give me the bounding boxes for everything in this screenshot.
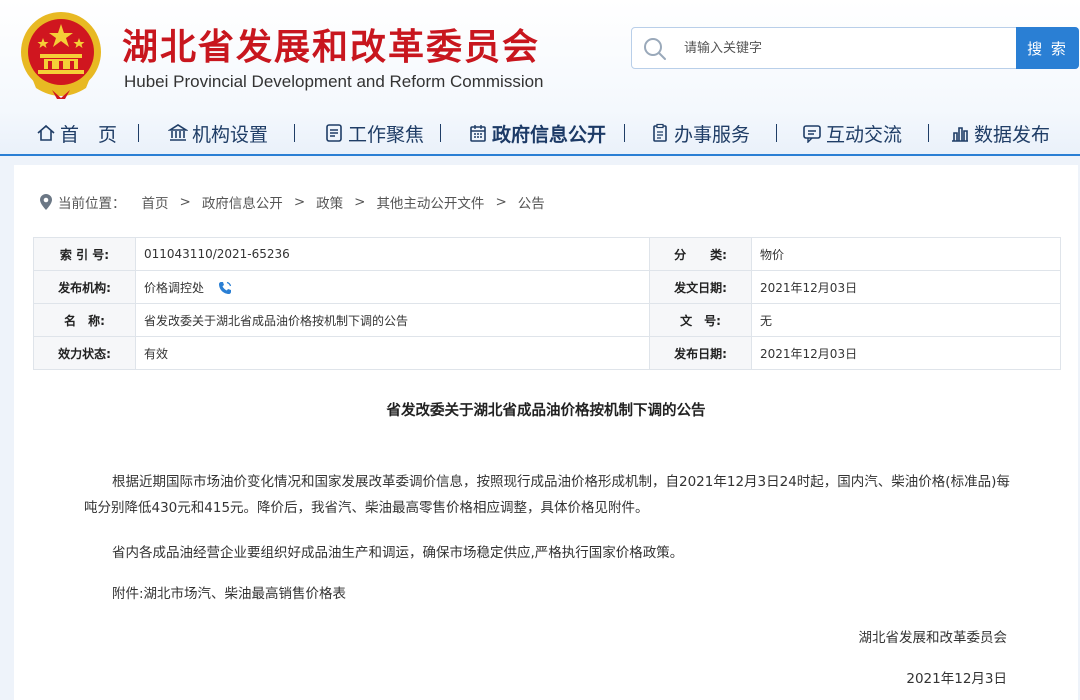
home-icon: [37, 124, 55, 141]
status-label: 效力状态:: [33, 336, 136, 370]
table-row: 效力状态: 有效 发布日期: 2021年12月03日: [33, 336, 1061, 370]
publisher-value: 价格调控处: [144, 280, 205, 295]
status-value: 有效: [135, 336, 650, 370]
doc-no-label: 文 号:: [649, 303, 752, 337]
nav-item-label: 政府信息公开: [492, 123, 607, 146]
breadcrumb: 当前位置： 首页 > 政府信息公开 > 政策 > 其他主动公开文件 > 公告: [40, 192, 545, 212]
issue-date-value: 2021年12月03日: [751, 270, 1061, 304]
category-label: 分 类:: [649, 237, 752, 271]
bank-icon: [168, 124, 188, 141]
nav-item-gov-info[interactable]: 政府信息公开: [468, 120, 606, 146]
clipboard-icon: [653, 123, 667, 142]
breadcrumb-item-home[interactable]: 首页: [142, 192, 169, 212]
chat-icon: [803, 125, 821, 143]
name-label: 名 称:: [33, 303, 136, 337]
nav-item-organization[interactable]: 机构设置: [168, 120, 268, 146]
breadcrumb-item-policy[interactable]: 政策: [316, 192, 343, 212]
article-paragraph: 省内各成品油经营企业要组织好成品油生产和调运，确保市场稳定供应,严格执行国家价格…: [112, 545, 684, 561]
nav-item-data-release[interactable]: 数据发布: [950, 120, 1050, 146]
metadata-table: 索 引 号: 011043110/2021-65236 分 类: 物价 发布机构…: [33, 237, 1061, 370]
site-header: 湖北省发展和改革委员会 Hubei Provincial Development…: [0, 0, 1080, 110]
attachment-link[interactable]: 附件:湖北市场汽、柴油最高销售价格表: [84, 581, 1014, 607]
bar-chart-icon: [952, 127, 968, 142]
site-subtitle: Hubei Provincial Development and Reform …: [124, 72, 544, 91]
nav-item-label: 办事服务: [674, 123, 751, 146]
category-value: 物价: [751, 237, 1061, 271]
article-signer: 湖北省发展和改革委员会: [858, 630, 1008, 646]
article-date: 2021年12月3日: [906, 671, 1007, 687]
nav-item-label: 数据发布: [974, 123, 1051, 146]
site-title: 湖北省发展和改革委员会: [122, 27, 541, 68]
publish-date-label: 发布日期:: [649, 336, 752, 370]
nav-separator: [776, 124, 777, 142]
nav-separator: [440, 124, 441, 142]
search-box: 搜 索: [631, 27, 1079, 69]
breadcrumb-separator: >: [179, 194, 191, 210]
nav-item-home[interactable]: 首 页: [36, 120, 117, 146]
doc-no-value: 无: [751, 303, 1061, 337]
search-input[interactable]: [684, 34, 1004, 62]
nav-item-label: 机构设置: [192, 123, 269, 146]
nav-item-interaction[interactable]: 互动交流: [802, 120, 902, 146]
table-row: 索 引 号: 011043110/2021-65236 分 类: 物价: [33, 237, 1061, 271]
phone-icon[interactable]: [218, 281, 232, 295]
breadcrumb-item-gov-info[interactable]: 政府信息公开: [202, 192, 283, 212]
breadcrumb-label: 当前位置：: [58, 196, 126, 212]
search-button[interactable]: 搜 索: [1016, 27, 1079, 69]
national-emblem-icon[interactable]: [18, 8, 104, 100]
content-card: 当前位置： 首页 > 政府信息公开 > 政策 > 其他主动公开文件 > 公告 索…: [14, 165, 1078, 700]
nav-item-label: 工作聚焦: [348, 123, 425, 146]
publisher-label: 发布机构:: [33, 270, 136, 304]
table-row: 发布机构: 价格调控处 发文日期: 2021年12月03日: [33, 270, 1061, 304]
breadcrumb-separator: >: [495, 194, 507, 210]
nav-separator: [624, 124, 625, 142]
search-icon: [644, 38, 666, 60]
issue-date-label: 发文日期:: [649, 270, 752, 304]
nav-separator: [138, 124, 139, 142]
table-row: 名 称: 省发改委关于湖北省成品油价格按机制下调的公告 文 号: 无: [33, 303, 1061, 337]
nav-item-work-focus[interactable]: 工作聚焦: [324, 120, 424, 146]
breadcrumb-item-notice[interactable]: 公告: [518, 192, 545, 212]
document-icon: [326, 124, 342, 142]
breadcrumb-separator: >: [293, 194, 306, 210]
location-pin-icon: [40, 194, 52, 210]
publisher-cell: 价格调控处: [135, 270, 650, 304]
index-label: 索 引 号:: [33, 237, 136, 271]
name-value: 省发改委关于湖北省成品油价格按机制下调的公告: [135, 303, 650, 337]
nav-item-label: 首 页: [60, 123, 118, 146]
breadcrumb-separator: >: [354, 194, 366, 210]
breadcrumb-item-other-files[interactable]: 其他主动公开文件: [376, 192, 484, 212]
main-nav: 首 页 机构设置 工作聚焦 政府信息公开 办事服务 互动交流 数据发布: [0, 110, 1080, 156]
index-value: 011043110/2021-65236: [135, 237, 650, 271]
publish-date-value: 2021年12月03日: [751, 336, 1061, 370]
nav-separator: [928, 124, 929, 142]
article-title: 省发改委关于湖北省成品油价格按机制下调的公告: [386, 403, 706, 419]
calendar-icon: [470, 125, 486, 142]
article-paragraph: 根据近期国际市场油价变化情况和国家发展改革委调价信息，按照现行成品油价格形成机制…: [84, 474, 1010, 516]
nav-item-services[interactable]: 办事服务: [650, 120, 750, 146]
nav-item-label: 互动交流: [826, 123, 903, 146]
nav-separator: [294, 124, 295, 142]
